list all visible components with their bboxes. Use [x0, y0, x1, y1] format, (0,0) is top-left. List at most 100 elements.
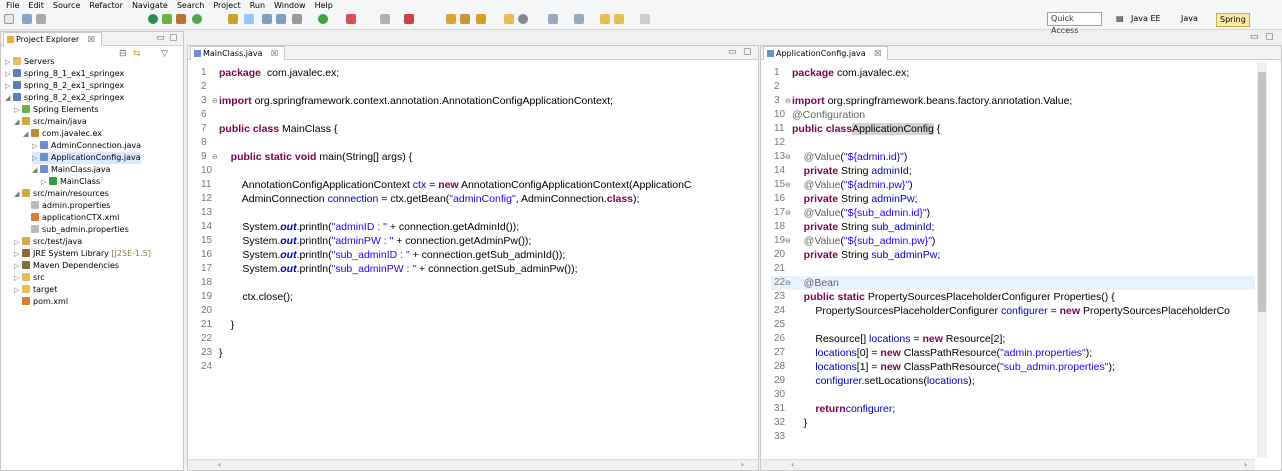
expand-arrow-icon[interactable]: ◢ [32, 164, 40, 176]
expand-arrow-icon[interactable]: ▷ [5, 80, 13, 92]
menu-file[interactable]: File [6, 1, 19, 10]
expand-arrow-icon[interactable]: ▷ [5, 56, 13, 68]
run-config-icon[interactable] [346, 14, 356, 24]
code-line[interactable]: private String adminPw; [792, 192, 918, 206]
menu-help[interactable]: Help [315, 1, 333, 10]
code-line[interactable]: AnnotationConfigApplicationContext ctx =… [219, 178, 692, 192]
tree-item[interactable]: ▷ AdminConnection.java [32, 140, 141, 152]
stop-icon[interactable] [380, 14, 390, 24]
expand-arrow-icon[interactable]: ▷ [41, 176, 49, 188]
fold-icon[interactable]: ⊖ [785, 237, 792, 245]
expand-arrow-icon[interactable]: ◢ [23, 128, 31, 140]
tree-item[interactable]: ▷ ApplicationConfig.java [32, 152, 141, 164]
prev-annotation-icon[interactable] [574, 14, 584, 24]
expand-arrow-icon[interactable]: ◢ [14, 116, 22, 128]
maximize-icon[interactable]: ▢ [169, 33, 178, 43]
perspective-spring[interactable]: Spring [1216, 13, 1250, 27]
menu-source[interactable]: Source [53, 1, 80, 10]
expand-arrow-icon[interactable]: ▷ [32, 140, 40, 152]
tree-item[interactable]: ▷ MainClass [41, 176, 100, 188]
external-tools-icon[interactable] [404, 14, 414, 24]
open-perspective-icon[interactable]: ▤ [1113, 13, 1127, 27]
save-icon[interactable] [22, 14, 32, 24]
code-line[interactable]: PropertySourcesPlaceholderConfigurer con… [792, 304, 1230, 318]
run-icon[interactable] [318, 14, 328, 24]
code-line[interactable]: ctx.close(); [219, 290, 293, 304]
minimize-icon[interactable]: ▭ [156, 33, 165, 43]
code-line[interactable]: private String sub_adminId; [792, 220, 935, 234]
code-line[interactable]: public classApplicationConfig { [792, 122, 940, 136]
code-line[interactable]: @Bean [792, 276, 839, 290]
pin-icon[interactable] [228, 14, 238, 24]
code-line[interactable]: } [792, 416, 808, 430]
code-line[interactable]: public static void main(String[] args) { [219, 150, 412, 164]
tree-item[interactable]: ▷ src/test/java [14, 236, 82, 248]
fold-icon[interactable]: ⊖ [212, 97, 219, 105]
back-icon[interactable] [614, 14, 624, 24]
tree-item[interactable]: applicationCTX.xml [23, 212, 119, 224]
code-line[interactable]: public class MainClass { [219, 122, 337, 136]
code-line[interactable]: System.out.println("adminID : " + connec… [219, 220, 519, 234]
horizontal-scrollbar[interactable]: ‹ › [761, 459, 1255, 470]
expand-arrow-icon[interactable]: ▷ [14, 272, 22, 284]
folder-open-icon[interactable] [504, 14, 514, 24]
tree-item[interactable]: ▷ spring_8_1_ex1_springex [5, 68, 124, 80]
code-line[interactable]: private String adminId; [792, 164, 912, 178]
expand-arrow-icon[interactable]: ▷ [14, 236, 22, 248]
next-annotation-icon[interactable] [548, 14, 558, 24]
menu-edit[interactable]: Edit [28, 1, 44, 10]
code-line[interactable]: package com.javalec.ex; [792, 66, 909, 80]
expand-arrow-icon[interactable]: ▷ [14, 248, 22, 260]
maximize-icon[interactable]: ▢ [1265, 32, 1274, 42]
highlight-icon[interactable] [244, 14, 254, 24]
tree-item[interactable]: ▷ Maven Dependencies [14, 260, 119, 272]
layout2-icon[interactable] [276, 14, 286, 24]
tree-item[interactable]: ▷ target [14, 284, 57, 296]
code-line[interactable]: locations[1] = new ClassPathResource("su… [792, 360, 1115, 374]
maximize-icon[interactable]: ▢ [743, 47, 752, 57]
code-line[interactable]: @Value("${admin.id}") [792, 150, 908, 164]
tree-item[interactable]: ◢ src/main/resources [14, 188, 109, 200]
tab-project-explorer[interactable]: Project Explorer ☒ [3, 32, 102, 46]
debug-icon[interactable] [148, 14, 158, 24]
view-menu-icon[interactable]: ▽ [161, 49, 168, 59]
open-task-icon[interactable] [460, 14, 470, 24]
code-line[interactable]: package com.javalec.ex; [219, 66, 339, 80]
tree-item[interactable]: ▷ Spring Elements [14, 104, 99, 116]
code-line[interactable]: locations[0] = new ClassPathResource("ad… [792, 346, 1092, 360]
link-editor-icon[interactable]: ⇆ [133, 49, 141, 59]
close-icon[interactable]: ☒ [271, 49, 278, 58]
fold-icon[interactable]: ⊖ [785, 181, 792, 189]
fold-icon[interactable]: ⊖ [785, 153, 792, 161]
open-type-icon[interactable] [446, 14, 456, 24]
expand-arrow-icon[interactable]: ▷ [14, 260, 22, 272]
print-icon[interactable] [36, 14, 46, 24]
code-line[interactable]: configurer.setLocations(locations); [792, 374, 974, 388]
fold-icon[interactable]: ⊖ [785, 97, 792, 105]
menu-navigate[interactable]: Navigate [132, 1, 168, 10]
code-line[interactable]: private String sub_adminPw; [792, 248, 941, 262]
expand-arrow-icon[interactable]: ▷ [5, 68, 13, 80]
close-icon[interactable]: ☒ [874, 49, 881, 58]
quick-access-input[interactable]: Quick Access [1047, 12, 1102, 35]
tree-item[interactable]: ▷ JRE System Library [J2SE-1.5] [14, 248, 151, 260]
fold-icon[interactable]: ⊖ [785, 279, 792, 287]
new-icon[interactable] [4, 14, 14, 24]
tree-item[interactable]: ▷ Servers [5, 56, 54, 68]
grid-icon[interactable] [176, 14, 186, 24]
settings-icon[interactable] [292, 14, 302, 24]
scroll-thumb[interactable] [1258, 72, 1266, 312]
tree-item[interactable]: ▷ spring_8_2_ex1_springex [5, 80, 124, 92]
expand-arrow-icon[interactable]: ▷ [32, 152, 40, 164]
fold-icon[interactable]: ⊖ [212, 153, 219, 161]
layout-icon[interactable] [262, 14, 272, 24]
menu-refactor[interactable]: Refactor [89, 1, 123, 10]
horizontal-scrollbar[interactable]: ‹ › [188, 459, 758, 470]
tree-item[interactable]: ◢ src/main/java [14, 116, 87, 128]
code-line[interactable]: import org.springframework.beans.factory… [792, 94, 1072, 108]
expand-arrow-icon[interactable]: ▷ [14, 104, 22, 116]
expand-arrow-icon[interactable]: ◢ [14, 188, 22, 200]
code-line[interactable]: Resource[] locations = new Resource[2]; [792, 332, 1005, 346]
code-area-left[interactable]: 1 package com.javalec.ex; 2 3 ⊖ import org.sp… [188, 62, 758, 458]
collapse-all-icon[interactable]: ⊟ [119, 49, 127, 59]
